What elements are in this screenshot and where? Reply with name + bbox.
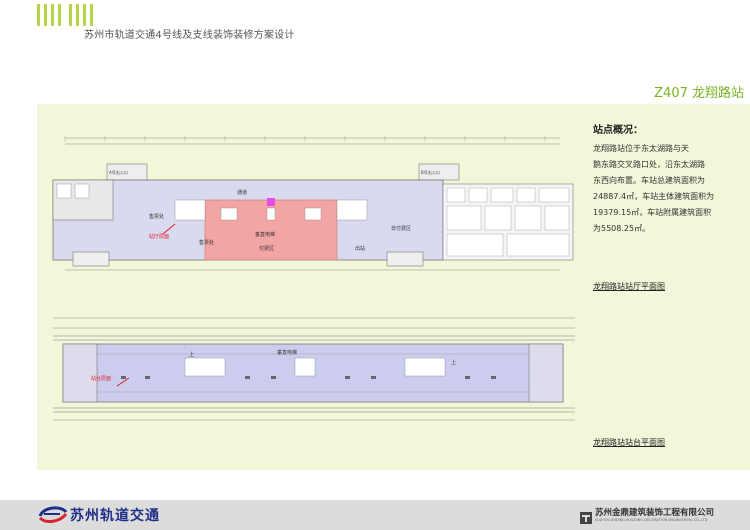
overview-line: 鹅东路交叉路口处，沿东太湖路 [593,160,705,169]
stripe [58,4,61,26]
stripe [37,4,40,26]
hall-paid-zone-label: 付费区 [259,245,274,252]
hall-passage-label: 通道 [237,189,247,196]
stripe [44,4,47,26]
overview-line: 19379.15㎡，车站附属建筑面积 [593,208,712,217]
stripe [90,4,93,26]
suzhou-rail-logo-icon [38,504,68,528]
hall-plan-drawing: 站厅层面 付费区 售票处 非付费区 垂直电梯 通道 出站 售票处 A号出入口 B… [52,136,574,271]
stripe [51,4,54,26]
hall-entry-left-label: A号出入口 [109,169,128,175]
overview-line: 24887.4㎡，车站主体建筑面积为 [593,192,715,201]
station-hall-plan[interactable]: 站厅层面 付费区 售票处 非付费区 垂直电梯 通道 出站 售票处 A号出入口 B… [45,134,580,274]
company-logo-icon [580,509,592,528]
platform-up-left-label: 上 [189,351,194,358]
overview-line: 龙翔路站位于东太湖路与天 [593,144,689,153]
platform-marker-label: 站台层面 [91,375,111,382]
hall-elevator-label: 垂直电梯 [255,231,275,238]
station-title: Z407 龙翔路站 [654,86,744,101]
overview-line: 为5508.25㎡。 [593,224,651,233]
hall-exit-label: 出站 [355,245,365,252]
hall-ticket-label: 售票处 [149,213,164,220]
document-title: 苏州市轨道交通4号线及支线装饰装修方案设计 [84,30,295,41]
header-stripes [37,4,93,26]
stripe [69,4,72,26]
overview-body: 龙翔路站位于东太湖路与天 鹅东路交叉路口处，沿东太湖路 东西向布置。车站总建筑面… [593,141,743,237]
footer-company-name-en: SUZHOU JINDING BUILDING DECORATION ENGIN… [595,518,708,522]
platform-up-right-label: 上 [451,359,456,366]
hall-marker-label: 站厅层面 [149,233,169,240]
platform-plan-drawing: 站台层面 垂直电梯 上 上 [53,317,575,421]
footer-brand: 苏州轨道交通 [70,508,160,524]
hall-entry-right-label: B号出入口 [421,169,440,175]
overview-heading: 站点概况： [593,125,643,136]
stripe [83,4,86,26]
station-platform-plan[interactable]: 站台层面 垂直电梯 上 上 [45,314,580,424]
hall-unpaid-zone-label: 非付费区 [391,225,411,232]
overview-line: 东西向布置。车站总建筑面积为 [593,176,705,185]
platform-elevator-label: 垂直电梯 [277,349,297,356]
hall-plan-caption: 龙翔路站站厅平面图 [593,282,665,291]
hall-ticket-office-label: 售票处 [199,239,214,246]
platform-plan-caption: 龙翔路站站台平面图 [593,438,665,447]
stripe [76,4,79,26]
footer-company-name: 苏州金鼎建筑装饰工程有限公司 [595,508,715,518]
